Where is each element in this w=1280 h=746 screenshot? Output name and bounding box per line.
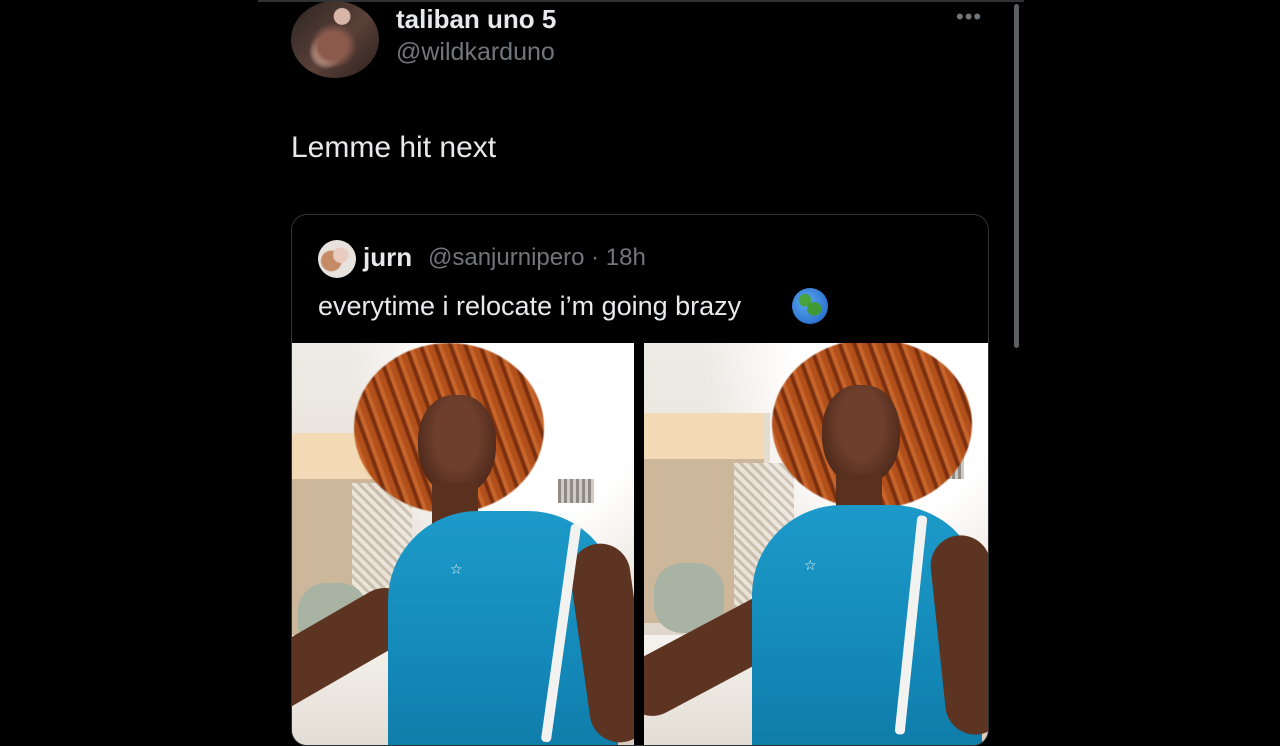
quoted-author-meta[interactable]: @sanjurnipero · 18h bbox=[428, 244, 646, 272]
author-handle[interactable]: @wildkarduno bbox=[396, 38, 555, 67]
tweet-text: Lemme hit next bbox=[291, 131, 497, 164]
author-avatar[interactable] bbox=[291, 1, 379, 78]
top-divider bbox=[258, 0, 1024, 2]
scrollbar[interactable] bbox=[1014, 4, 1019, 348]
quoted-photo-1[interactable]: ☆ bbox=[292, 343, 634, 745]
more-horizontal-icon[interactable]: ••• bbox=[956, 4, 982, 30]
globe-americas-icon bbox=[792, 288, 828, 324]
author-name[interactable]: taliban uno 5 bbox=[396, 4, 556, 35]
quoted-tweet-text: everytime i relocate i’m going brazy bbox=[318, 291, 742, 321]
quoted-tweet-card[interactable]: jurn @sanjurnipero · 18h everytime i rel… bbox=[291, 214, 989, 746]
quoted-author-name[interactable]: jurn bbox=[363, 242, 412, 273]
quoted-photo-2[interactable]: ☆ bbox=[644, 343, 988, 745]
quoted-author-avatar[interactable] bbox=[318, 240, 356, 278]
